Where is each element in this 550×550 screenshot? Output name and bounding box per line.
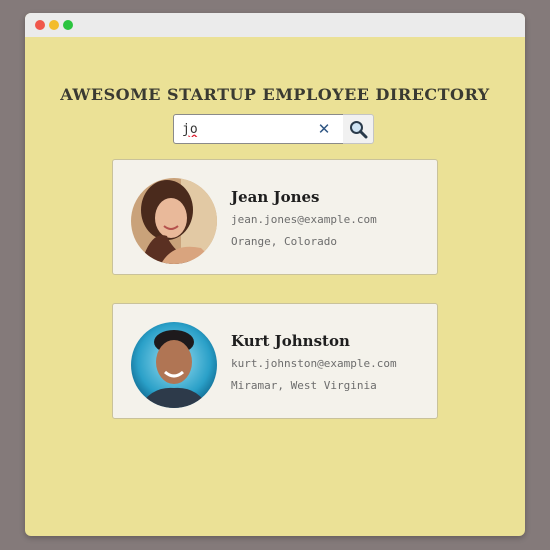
- maximize-window-button[interactable]: [63, 20, 73, 30]
- minimize-window-button[interactable]: [49, 20, 59, 30]
- page-title: AWESOME STARTUP EMPLOYEE DIRECTORY: [60, 85, 490, 104]
- employee-name: Jean Jones: [231, 188, 320, 206]
- browser-window: AWESOME STARTUP EMPLOYEE DIRECTORY ✕: [25, 13, 525, 536]
- employee-name: Kurt Johnston: [231, 332, 350, 350]
- avatar: [131, 322, 217, 408]
- avatar: [131, 178, 217, 264]
- search-button[interactable]: [343, 114, 374, 144]
- window-titlebar: [25, 13, 525, 37]
- search-input[interactable]: [182, 119, 312, 139]
- search-box: ✕: [173, 114, 344, 144]
- employee-email: jean.jones@example.com: [231, 213, 377, 226]
- employee-location: Orange, Colorado: [231, 235, 337, 248]
- employee-card[interactable]: Jean Jones jean.jones@example.com Orange…: [112, 159, 438, 275]
- employee-email: kurt.johnston@example.com: [231, 357, 397, 370]
- close-window-button[interactable]: [35, 20, 45, 30]
- employee-card[interactable]: Kurt Johnston kurt.johnston@example.com …: [112, 303, 438, 419]
- close-icon[interactable]: ✕: [316, 121, 332, 137]
- employee-location: Miramar, West Virginia: [231, 379, 377, 392]
- magnifier-icon: [350, 121, 368, 139]
